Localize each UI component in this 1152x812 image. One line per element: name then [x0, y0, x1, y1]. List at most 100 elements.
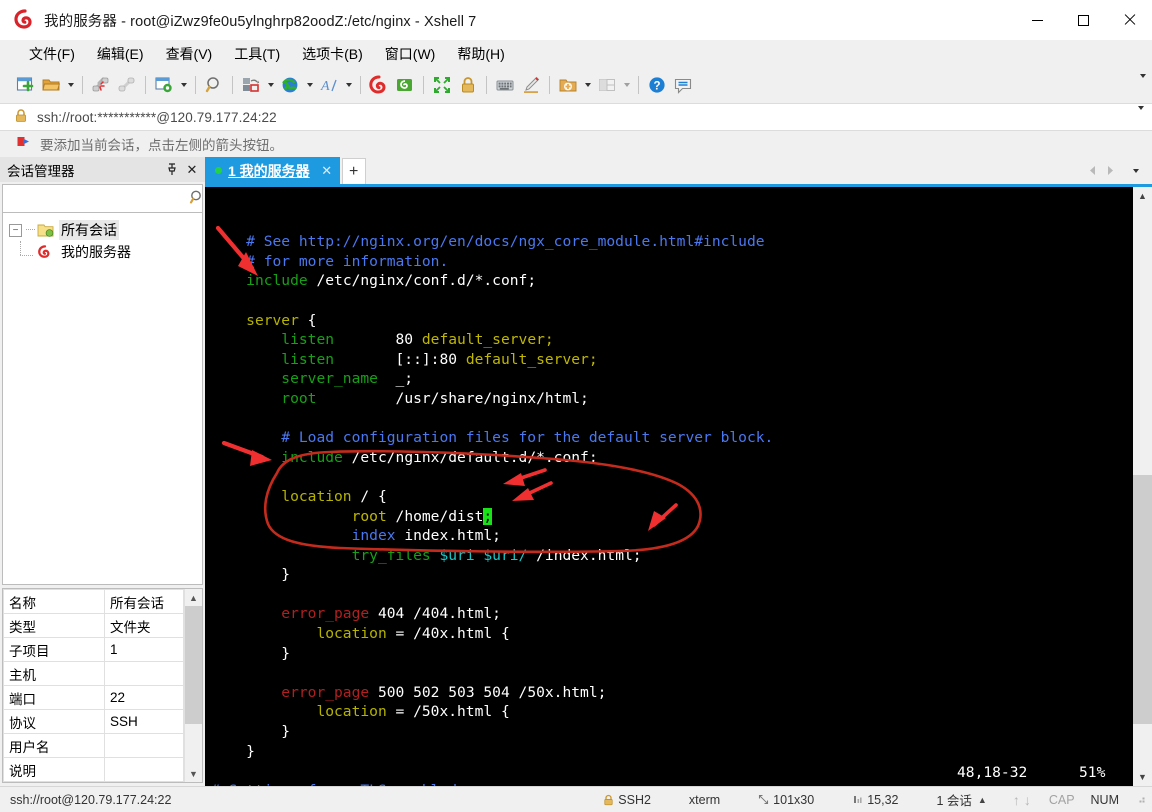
sessions-caret-icon[interactable]: ▲ [978, 795, 987, 805]
terminal-text-span: default_server; [422, 331, 554, 348]
terminal-text-span: /etc/nginx/conf.d/*.conf; [308, 272, 536, 289]
layout-dropdown[interactable] [620, 72, 633, 98]
toolbar-separator [145, 76, 146, 94]
prop-value: SSH [105, 710, 184, 734]
session-search-box[interactable] [2, 184, 203, 213]
terminal-screen[interactable]: # See http://nginx.org/en/docs/ngx_core_… [205, 187, 1132, 786]
terminal-text-span: # Load configuration files for the defau… [281, 429, 773, 446]
open-folder-icon[interactable] [38, 72, 64, 98]
maximize-button[interactable] [1060, 0, 1106, 40]
tab-next-icon[interactable] [1102, 162, 1118, 180]
table-row[interactable]: 说明 [4, 758, 184, 782]
session-properties-icon[interactable] [151, 72, 177, 98]
session-search-input[interactable] [3, 190, 187, 207]
layout-icon[interactable] [594, 72, 620, 98]
find-icon[interactable] [201, 72, 227, 98]
pin-icon[interactable] [163, 161, 181, 179]
open-folder-dropdown[interactable] [64, 72, 77, 98]
scroll-down-icon[interactable]: ▼ [1133, 768, 1152, 786]
terminal-text-span: } [211, 743, 255, 760]
highlight-pen-icon[interactable] [518, 72, 544, 98]
xshell-icon[interactable] [366, 72, 392, 98]
menu-view[interactable]: 查看(V) [155, 41, 224, 67]
disconnect-icon[interactable] [88, 72, 114, 98]
notice-bar: 要添加当前会话，点击左侧的箭头按钮。 [0, 131, 1152, 157]
table-row[interactable]: 用户名 [4, 734, 184, 758]
svg-text:?: ? [653, 81, 660, 93]
fullscreen-icon[interactable] [429, 72, 455, 98]
menu-edit[interactable]: 编辑(E) [86, 41, 155, 67]
scrollbar-thumb[interactable] [185, 606, 202, 724]
table-row[interactable]: 端口22 [4, 686, 184, 710]
folder-icon [37, 223, 54, 238]
xftp-icon[interactable] [392, 72, 418, 98]
status-sessions[interactable]: 1 会话 ▲ [932, 787, 990, 812]
scroll-up-icon[interactable]: ▲ [1133, 187, 1152, 205]
help-icon[interactable]: ? [644, 72, 670, 98]
menu-window[interactable]: 窗口(W) [374, 41, 447, 67]
svg-text:A: A [320, 79, 330, 94]
web-browser-icon[interactable] [277, 72, 303, 98]
address-dropdown-icon[interactable] [1138, 110, 1144, 125]
terminal-text-span [211, 429, 281, 446]
transfer-file-dropdown[interactable] [264, 72, 277, 98]
terminal-line: # Load configuration files for the defau… [211, 428, 1132, 448]
lock-icon[interactable] [455, 72, 481, 98]
close-panel-icon[interactable]: ✕ [183, 161, 201, 179]
prop-value: 1 [105, 638, 184, 662]
new-session-icon[interactable] [12, 72, 38, 98]
add-folder-dropdown[interactable] [581, 72, 594, 98]
scrollbar-thumb[interactable] [1133, 475, 1152, 724]
tab-prev-icon[interactable] [1084, 162, 1100, 180]
status-cursor[interactable]: 15,32 [848, 787, 902, 812]
toolbar-separator [549, 76, 550, 94]
table-row[interactable]: 名称所有会话 [4, 590, 184, 614]
menu-tools[interactable]: 工具(T) [223, 41, 291, 67]
add-folder-icon[interactable] [555, 72, 581, 98]
terminal-scrollbar[interactable]: ▲ ▼ [1132, 187, 1152, 786]
toolbar-overflow-button[interactable] [1140, 78, 1146, 93]
address-bar[interactable]: ssh://root:***********@120.79.177.24:22 [0, 103, 1152, 131]
session-properties-dropdown[interactable] [177, 72, 190, 98]
scrollbar-track[interactable] [1133, 205, 1152, 768]
terminal-text-span [211, 508, 352, 525]
tab-menu-icon[interactable] [1128, 162, 1144, 180]
tab-my-server[interactable]: 1 我的服务器 ✕ [205, 157, 340, 184]
reconnect-icon[interactable] [114, 72, 140, 98]
resize-grip-icon[interactable] [1135, 792, 1152, 807]
table-row[interactable]: 主机 [4, 662, 184, 686]
table-row[interactable]: 类型文件夹 [4, 614, 184, 638]
status-size[interactable]: 101x30 [754, 787, 818, 812]
web-browser-dropdown[interactable] [303, 72, 316, 98]
font-dropdown[interactable] [342, 72, 355, 98]
scrollbar-track[interactable] [185, 606, 202, 765]
feedback-icon[interactable] [670, 72, 696, 98]
terminal-line [211, 291, 1132, 311]
new-tab-button[interactable]: + [342, 158, 366, 184]
terminal-text-span: = /50x.html { [387, 703, 510, 720]
status-protocol[interactable]: SSH2 [599, 787, 655, 812]
properties-scrollbar[interactable]: ▲ ▼ [184, 589, 202, 782]
terminal-text-span [211, 233, 246, 250]
close-button[interactable] [1106, 0, 1152, 40]
menu-help[interactable]: 帮助(H) [446, 41, 515, 67]
address-input[interactable]: ssh://root:***********@120.79.177.24:22 [37, 110, 277, 125]
font-icon[interactable]: A [316, 72, 342, 98]
scroll-down-icon[interactable]: ▼ [185, 765, 202, 782]
scroll-up-icon[interactable]: ▲ [185, 589, 202, 606]
status-term-type[interactable]: xterm [685, 787, 724, 812]
menu-file[interactable]: 文件(F) [18, 41, 86, 67]
terminal-line: server_name _; [211, 369, 1132, 389]
tree-node-all-sessions[interactable]: − 所有会话 [3, 219, 202, 241]
prop-key: 主机 [4, 662, 105, 686]
table-row[interactable]: 子项目1 [4, 638, 184, 662]
minimize-button[interactable] [1014, 0, 1060, 40]
transfer-file-icon[interactable] [238, 72, 264, 98]
session-tree[interactable]: − 所有会话 [2, 213, 203, 585]
menu-tabs[interactable]: 选项卡(B) [291, 41, 374, 67]
tree-node-my-server[interactable]: 我的服务器 [3, 241, 202, 263]
table-row[interactable]: 协议SSH [4, 710, 184, 734]
keyboard-icon[interactable] [492, 72, 518, 98]
tree-expander-icon[interactable]: − [9, 224, 22, 237]
tab-close-icon[interactable]: ✕ [320, 163, 334, 179]
